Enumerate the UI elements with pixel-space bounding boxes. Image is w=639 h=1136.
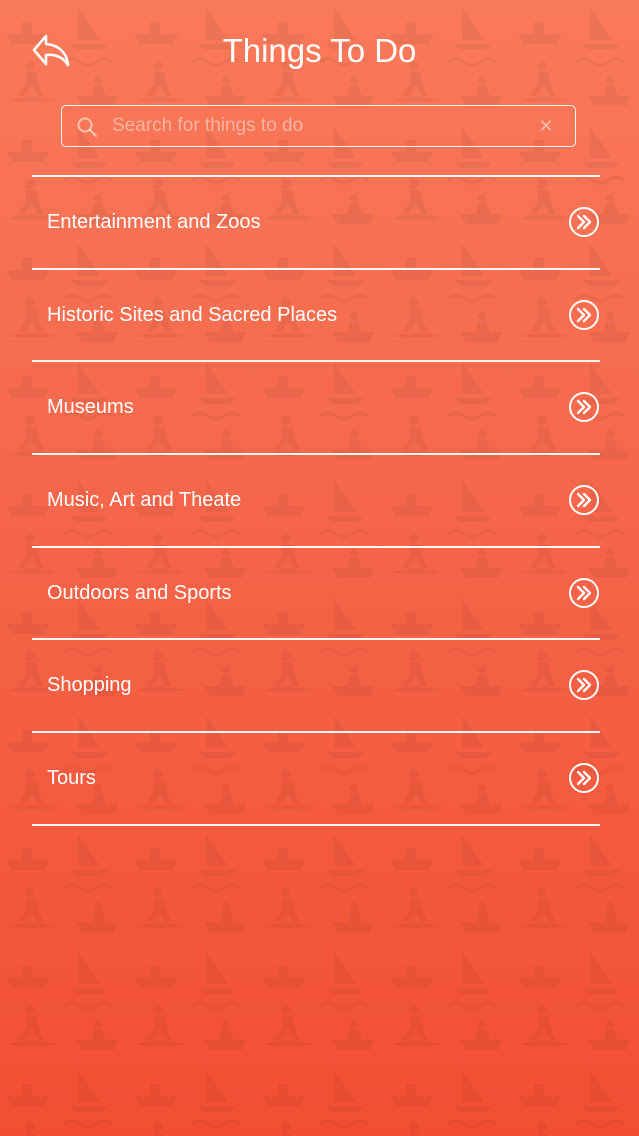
list-item-shopping[interactable]: Shopping bbox=[32, 640, 600, 731]
search-input[interactable] bbox=[112, 106, 522, 146]
double-chevron-right-icon bbox=[569, 207, 599, 237]
double-chevron-right-icon bbox=[569, 763, 599, 794]
list-item-label: Historic Sites and Sacred Places bbox=[47, 303, 338, 326]
list-item-outdoors-and-sports[interactable]: Outdoors and Sports bbox=[32, 548, 600, 639]
clear-icon: ✕ bbox=[538, 116, 554, 136]
double-chevron-right-icon bbox=[569, 299, 599, 330]
double-chevron-right-icon bbox=[569, 577, 599, 608]
search-icon bbox=[77, 117, 98, 138]
list-item-entertainment-and-zoos[interactable]: Entertainment and Zoos bbox=[32, 177, 600, 268]
list-item-label: Music, Art and Theate bbox=[47, 489, 242, 512]
search-bar[interactable]: ✕ bbox=[61, 105, 576, 147]
list-item-label: Outdoors and Sports bbox=[47, 581, 232, 604]
list-item-label: Entertainment and Zoos bbox=[47, 211, 261, 233]
page-title: Things To Do bbox=[222, 32, 417, 69]
clear-search-button[interactable]: ✕ bbox=[535, 115, 557, 137]
list-item-music-art-theate[interactable]: Music, Art and Theate bbox=[32, 455, 600, 546]
double-chevron-right-icon bbox=[569, 392, 599, 423]
double-chevron-right-icon bbox=[569, 485, 599, 516]
list-divider bbox=[32, 823, 600, 826]
list-item-label: Museums bbox=[47, 396, 134, 419]
things-to-do-screen: Things To Do ✕ Entertainment and Zoos Hi… bbox=[0, 0, 639, 1136]
list-item-label: Shopping bbox=[47, 674, 132, 697]
list-item-museums[interactable]: Museums bbox=[32, 362, 600, 453]
list-item-historic-sites[interactable]: Historic Sites and Sacred Places bbox=[32, 270, 600, 361]
header-bar: Things To Do bbox=[0, 0, 639, 100]
list-item-label: Tours bbox=[47, 767, 96, 790]
category-list: Entertainment and Zoos Historic Sites an… bbox=[32, 175, 600, 826]
list-item-tours[interactable]: Tours bbox=[32, 733, 600, 824]
double-chevron-right-icon bbox=[569, 670, 599, 701]
